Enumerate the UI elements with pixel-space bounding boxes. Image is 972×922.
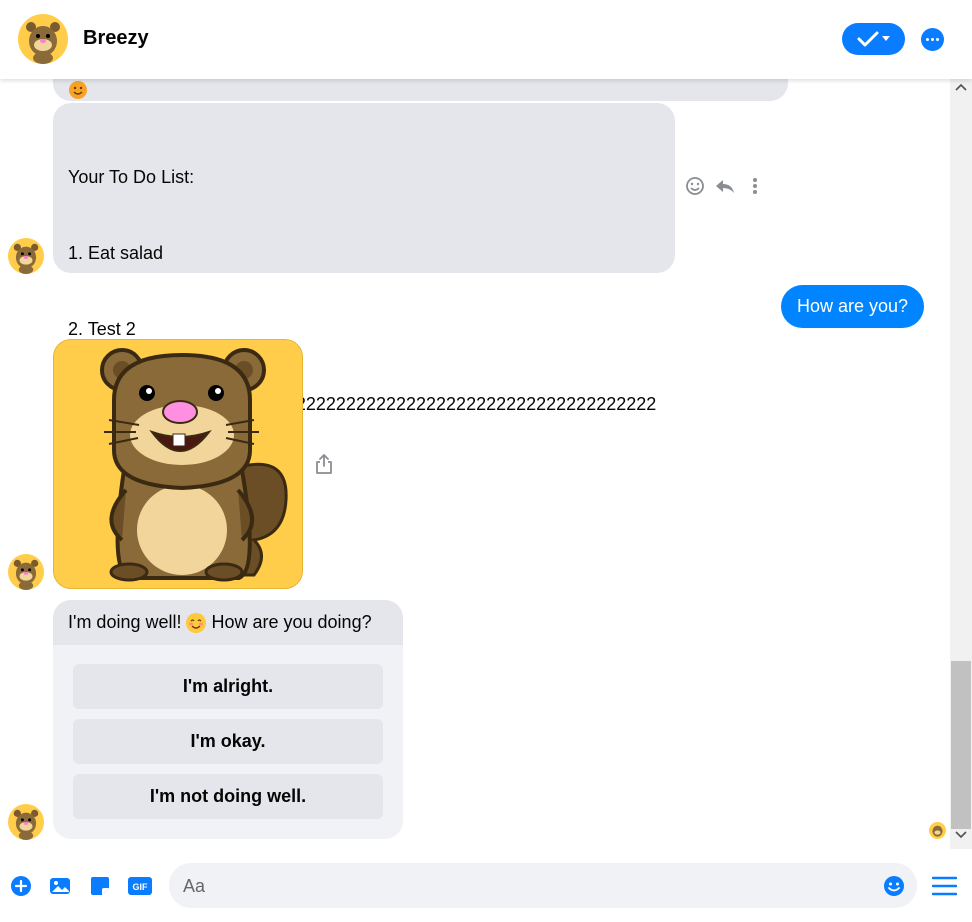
status-check-button[interactable] <box>842 23 905 55</box>
scroll-down-arrow-icon[interactable] <box>955 831 967 839</box>
chat-header: Breezy <box>0 0 972 79</box>
quick-reply-alright-button[interactable]: I'm alright. <box>73 664 383 709</box>
scrollbar[interactable] <box>950 79 972 849</box>
check-icon <box>857 31 879 47</box>
quick-reply-not-well-button[interactable]: I'm not doing well. <box>73 774 383 819</box>
message-list: Your To Do List: 1. Eat salad 2. Test 2 … <box>0 79 950 849</box>
message-input[interactable]: Aa <box>169 863 917 908</box>
breezy-avatar-small <box>8 804 44 840</box>
sticker-icon[interactable] <box>89 875 111 897</box>
messenger-chat-window: Breezy Your To Do List: 1. Eat salad 2. … <box>0 0 972 922</box>
todo-line: Your To Do List: <box>68 167 195 188</box>
photo-icon[interactable] <box>49 875 71 897</box>
scrollbar-thumb[interactable] <box>951 661 971 829</box>
reply-message[interactable]: I'm doing well! How are you doing? <box>53 600 403 645</box>
message-composer: GIF Aa <box>0 849 972 922</box>
beaver-image-message[interactable] <box>53 339 303 589</box>
menu-icon[interactable] <box>932 876 957 896</box>
more-vertical-icon[interactable] <box>744 175 766 197</box>
message-actions <box>684 175 766 197</box>
message-input-placeholder: Aa <box>183 876 206 896</box>
share-icon[interactable] <box>314 453 334 475</box>
seen-indicator-avatar <box>929 822 946 839</box>
more-dots-icon <box>926 38 939 41</box>
todo-list-message[interactable]: Your To Do List: 1. Eat salad 2. Test 2 … <box>53 103 675 565</box>
quick-reply-okay-button[interactable]: I'm okay. <box>73 719 383 764</box>
breezy-avatar-small <box>8 554 44 590</box>
blush-emoji-icon <box>186 612 207 633</box>
react-emoji-icon[interactable] <box>684 175 706 197</box>
outgoing-message[interactable]: How are you? <box>781 285 924 328</box>
quick-reply-card: I'm doing well! How are you doing? I'm a… <box>53 600 403 839</box>
add-plus-icon[interactable] <box>10 875 32 897</box>
chat-title: Breezy <box>83 27 149 49</box>
svg-text:GIF: GIF <box>133 882 149 892</box>
todo-line: 1. Eat salad <box>68 243 164 263</box>
todo-line: 2. Test 2 <box>68 318 136 339</box>
reply-text-part: I'm doing well! <box>68 612 182 632</box>
breezy-avatar-small <box>8 238 44 274</box>
emoji-picker-icon[interactable] <box>883 875 905 897</box>
caret-down-icon <box>882 36 890 41</box>
breezy-avatar[interactable] <box>18 14 68 64</box>
gif-icon[interactable]: GIF <box>128 875 152 897</box>
reply-text-part: How are you doing? <box>211 612 372 632</box>
smile-emoji-icon <box>69 81 87 99</box>
previous-message-bubble[interactable] <box>53 79 788 101</box>
more-options-button[interactable] <box>921 28 944 51</box>
beaver-mascot-image <box>100 348 288 582</box>
reply-icon[interactable] <box>714 175 736 197</box>
scroll-up-arrow-icon[interactable] <box>955 83 967 91</box>
